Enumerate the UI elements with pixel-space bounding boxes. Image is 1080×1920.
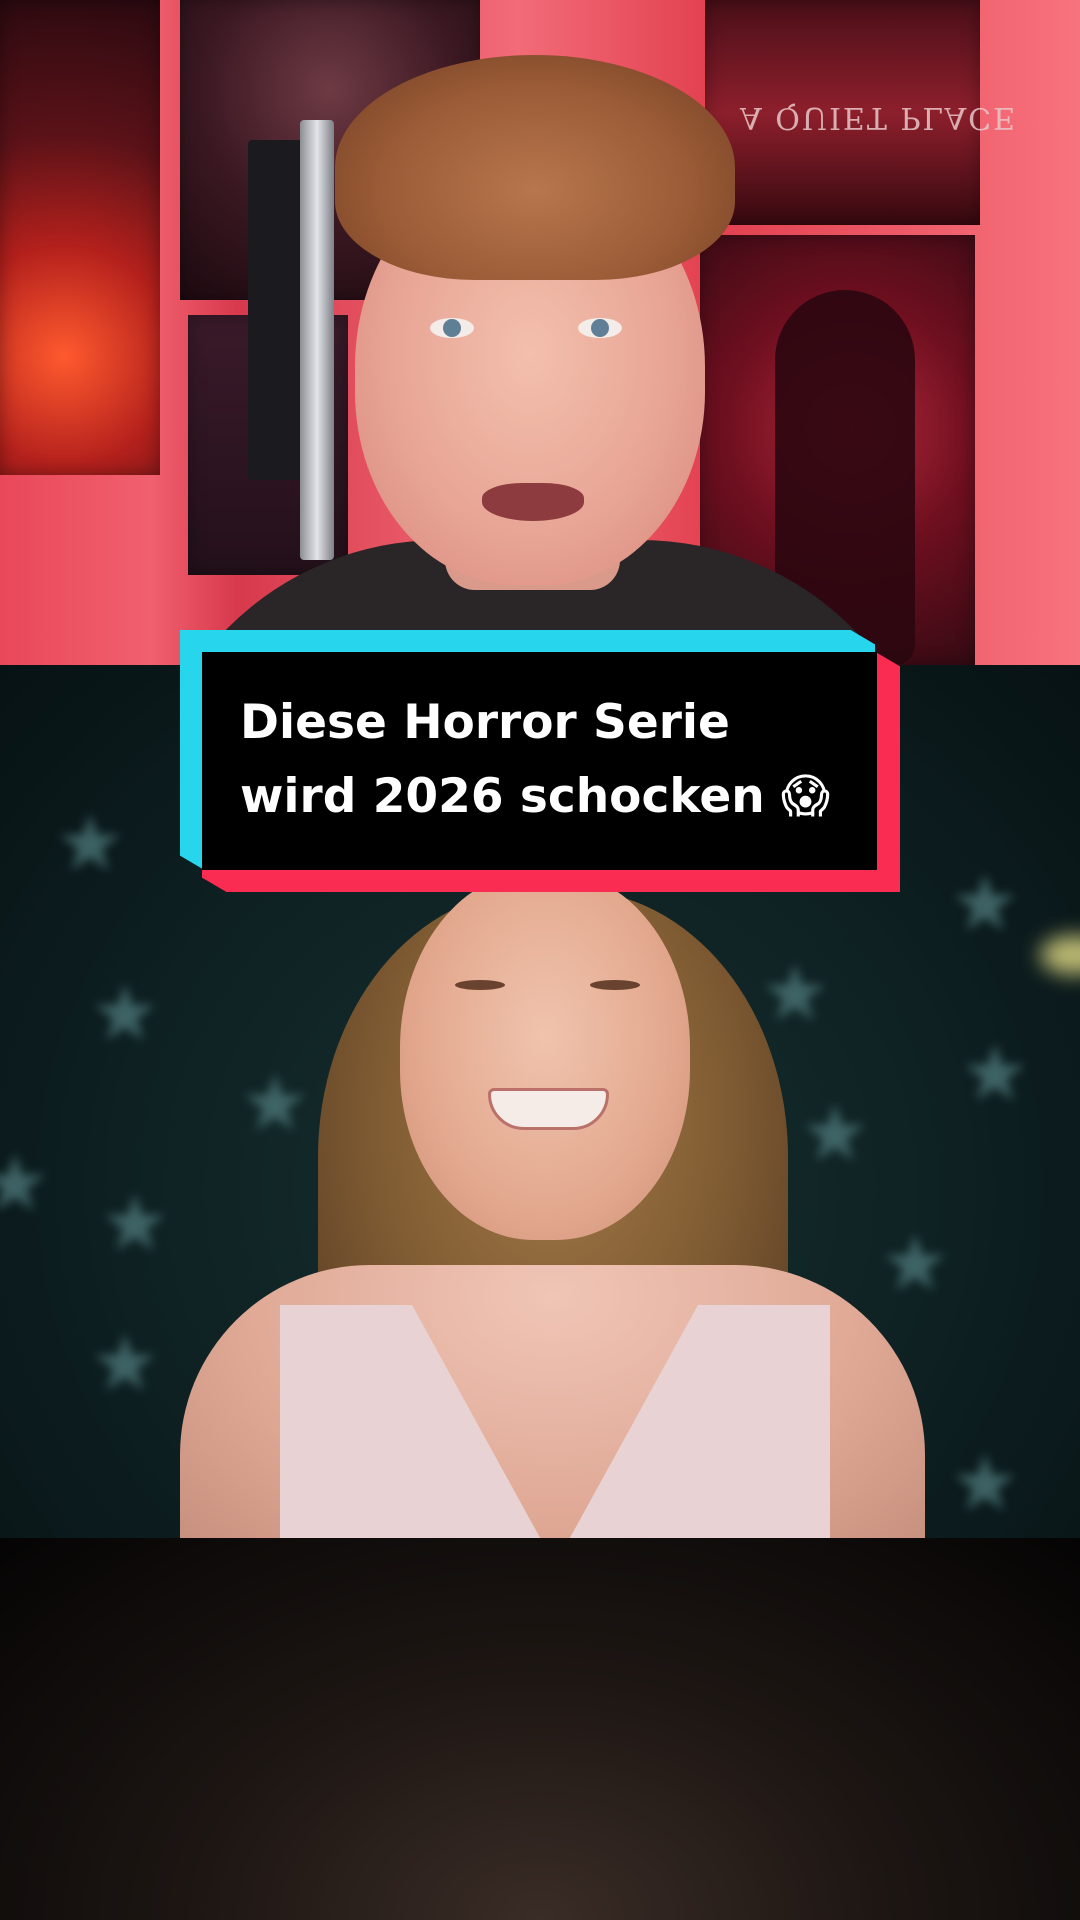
light-stand: [300, 120, 334, 560]
wall-poster-left: [0, 0, 160, 475]
bokeh-star-icon: ★: [800, 1089, 870, 1179]
bokeh-star-icon: ★: [960, 1029, 1030, 1119]
bokeh-star-icon: ★: [760, 949, 830, 1039]
bokeh-star-icon: ★: [90, 1319, 160, 1409]
bokeh-star-icon: ★: [55, 799, 125, 889]
presenter-video-panel: A QUIET PLACE: [0, 0, 1080, 665]
performer-smile: [488, 1088, 609, 1130]
poster-title-text: A QUIET PLACE: [740, 100, 1018, 135]
bokeh-star-icon: ★: [0, 1139, 50, 1229]
presenter-eye-right: [578, 318, 622, 338]
presenter-mouth: [482, 483, 584, 521]
performer-face: [400, 870, 690, 1240]
bokeh-star-icon: ★: [950, 1439, 1020, 1529]
stage-light-glow: [1040, 935, 1080, 975]
studio-light-panel: [248, 140, 308, 480]
bokeh-star-icon: ★: [240, 1059, 310, 1149]
bokeh-star-icon: ★: [90, 969, 160, 1059]
performer-eye-left: [455, 980, 505, 990]
bokeh-star-icon: ★: [100, 1179, 170, 1269]
caption-box: Diese Horror Serie wird 2026 schocken 😱: [180, 630, 900, 892]
bottom-dark-area: [0, 1538, 1080, 1920]
caption-line-1: Diese Horror Serie: [240, 695, 730, 750]
caption-panel: Diese Horror Serie wird 2026 schocken 😱: [202, 652, 877, 870]
presenter-hair: [335, 55, 735, 280]
caption-line-2: wird 2026 schocken 😱: [240, 769, 831, 824]
video-frame[interactable]: A QUIET PLACE ★ ★ ★ ★ ★ ★ ★ ★ ★ ★ ★ ★ Di…: [0, 0, 1080, 1920]
performer-eye-right: [590, 980, 640, 990]
presenter-eye-left: [430, 318, 474, 338]
bokeh-star-icon: ★: [880, 1219, 950, 1309]
bokeh-star-icon: ★: [950, 859, 1020, 949]
